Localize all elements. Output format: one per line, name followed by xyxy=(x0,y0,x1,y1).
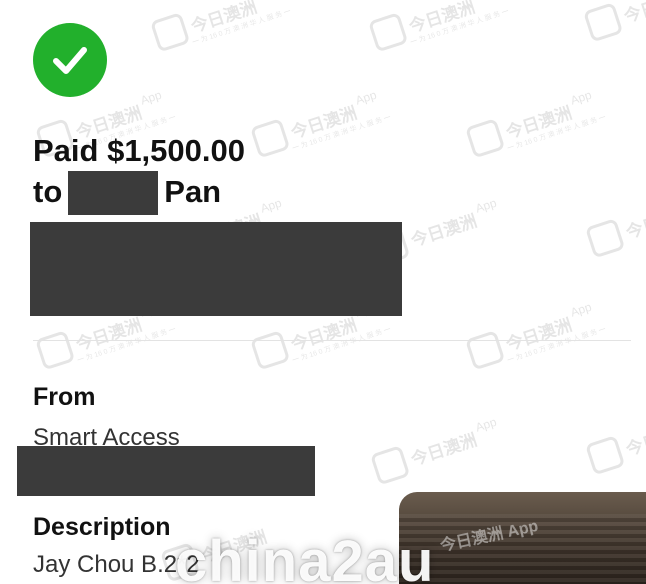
account-details-redaction xyxy=(30,222,402,316)
app-watermark: 今日澳洲 App xyxy=(438,517,540,556)
from-account-redaction xyxy=(17,446,315,496)
success-checkmark-icon xyxy=(33,23,107,97)
description-label: Description xyxy=(33,513,171,541)
app-watermark: 今日澳洲App一 为 16 0 万 澳 洲 华 人 服 务 一 xyxy=(250,86,392,164)
app-watermark: 今日澳洲 xyxy=(585,195,646,259)
app-watermark: 今日澳洲 xyxy=(583,0,646,43)
divider xyxy=(33,340,631,341)
app-watermark: 今日澳洲App一 为 16 0 万 澳 洲 华 人 服 务 一 xyxy=(465,298,607,376)
photo-overlay: 今日澳洲 App xyxy=(399,492,646,584)
app-watermark: 今日澳洲App一 为 16 0 万 澳 洲 华 人 服 务 一 xyxy=(465,86,607,164)
payment-headline: Paid $1,500.00 to Pan xyxy=(33,132,245,215)
recipient-name-redaction xyxy=(68,170,159,215)
payment-receipt: 今日澳洲App一 为 16 0 万 澳 洲 华 人 服 务 一 今日澳洲App一… xyxy=(0,0,646,584)
site-watermark: china2au xyxy=(175,529,435,584)
checkmark-icon xyxy=(53,47,87,74)
app-watermark: 今日澳洲 xyxy=(585,412,646,476)
app-watermark: 今日澳洲App一 为 16 0 万 澳 洲 华 人 服 务 一 xyxy=(368,0,510,58)
recipient-surname: Pan xyxy=(164,174,222,210)
paid-amount: Paid $1,500.00 xyxy=(33,133,245,168)
recipient-line: to Pan xyxy=(33,170,245,215)
to-label: to xyxy=(33,174,63,210)
app-watermark: 今日澳洲App一 为 16 0 万 澳 洲 华 人 服 务 一 xyxy=(150,0,292,58)
app-watermark: 今日澳洲App xyxy=(370,415,504,486)
from-label: From xyxy=(33,383,96,411)
